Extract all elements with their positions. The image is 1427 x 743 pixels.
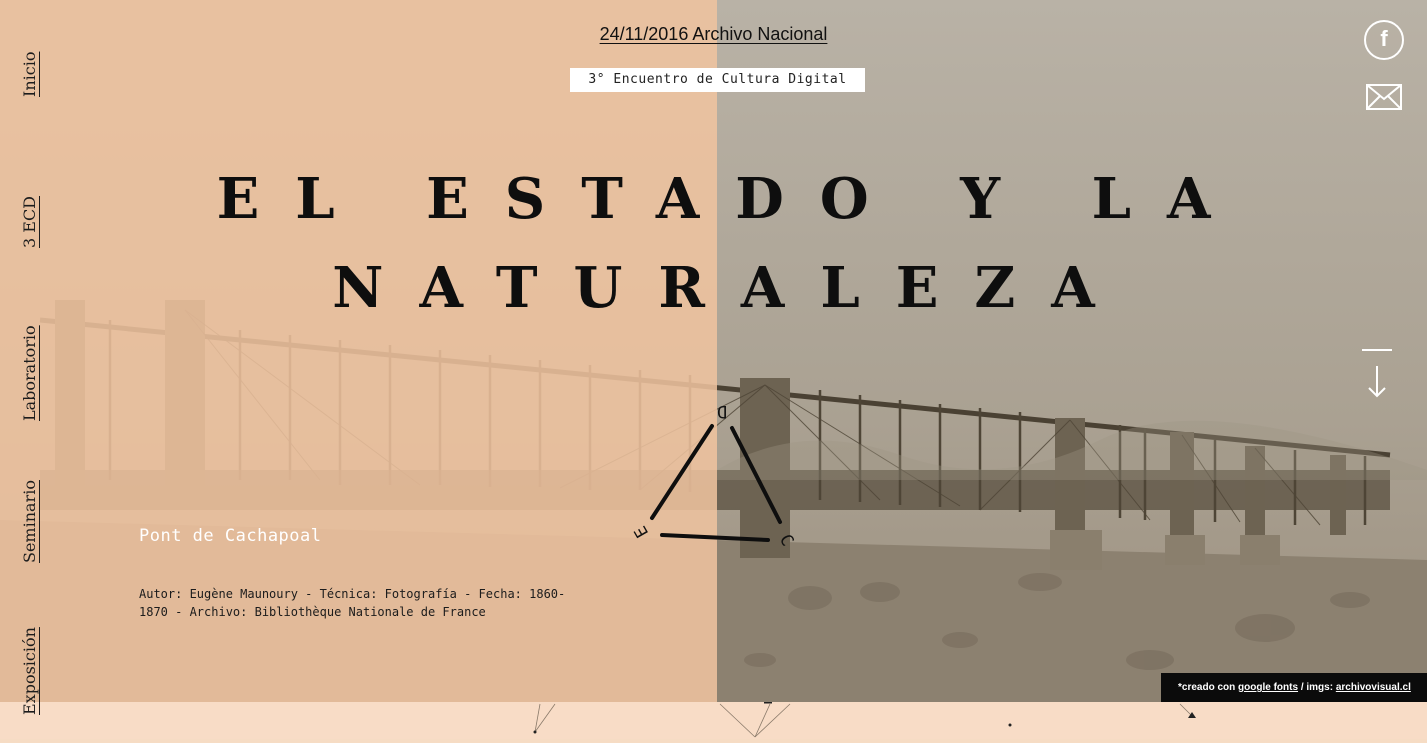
credit-bar: *creado con google fonts / imgs: archivo… <box>1161 673 1427 702</box>
photo-caption-meta: Autor: Eugène Maunoury - Técnica: Fotogr… <box>139 587 566 619</box>
mail-icon[interactable] <box>1366 84 1402 110</box>
dce-triangle-logo: D C E <box>631 401 798 550</box>
event-date-link[interactable]: 24/11/2016 Archivo Nacional <box>600 24 828 44</box>
credit-separator: / imgs: <box>1300 682 1334 693</box>
facebook-icon: f <box>1380 26 1388 51</box>
credit-prefix: *creado con <box>1178 682 1236 693</box>
page-title-line2: NATURALEZA <box>332 255 1131 321</box>
logo-letter-e: E <box>631 522 653 541</box>
logo-letter-d: D <box>717 401 727 421</box>
bottom-band <box>0 702 1427 739</box>
photo-caption-title: Pont de Cachapoal <box>139 526 322 546</box>
logo-letter-c: C <box>775 531 797 550</box>
nav-laboratorio[interactable]: Laboratorio <box>20 325 39 421</box>
nav-seminario[interactable]: Seminario <box>20 480 39 563</box>
facebook-button[interactable]: f <box>1364 20 1404 60</box>
google-fonts-link[interactable]: google fonts <box>1238 682 1298 693</box>
event-subtitle: 3° Encuentro de Cultura Digital <box>570 68 865 92</box>
nav-exposicion[interactable]: Exposición <box>20 627 39 715</box>
event-date: 24/11/2016 Archivo Nacional <box>0 24 1427 45</box>
arrow-down-icon[interactable] <box>1360 346 1394 400</box>
nav-inicio[interactable]: Inicio <box>20 52 39 97</box>
page-title-line1: EL ESTADO Y LA <box>216 166 1247 232</box>
network-lines-decoration <box>533 702 1196 738</box>
archivovisual-link[interactable]: archivovisual.cl <box>1336 682 1411 693</box>
